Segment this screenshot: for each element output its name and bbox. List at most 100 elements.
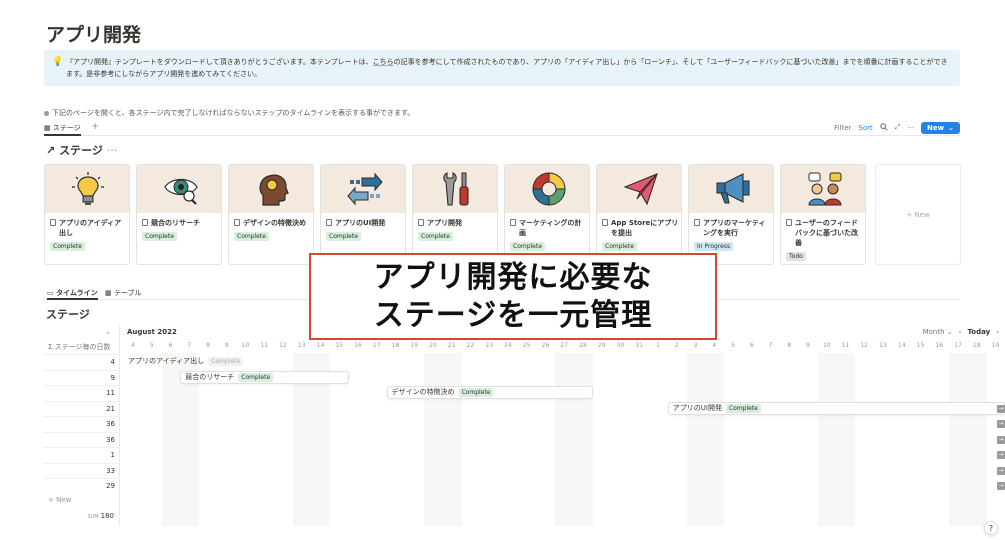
card-title-text: マーケティングの計画: [519, 219, 582, 237]
timeline-bar[interactable]: アプリのUI開発 Complete: [667, 401, 1005, 415]
scroll-to-bar-arrow-icon[interactable]: →: [997, 451, 1005, 459]
status-badge: Complete: [234, 232, 269, 241]
day-label: 26: [541, 342, 550, 349]
gallery-card[interactable]: アプリのUI開発 Complete: [320, 164, 406, 265]
timeline-bar[interactable]: デザインの特徴決め Complete: [386, 386, 593, 399]
search-icon[interactable]: [880, 122, 888, 133]
tab-stage-gallery[interactable]: ▦ ステージ: [44, 123, 81, 136]
day-label: 22: [466, 342, 475, 349]
timeline-title[interactable]: ステージ: [46, 306, 90, 322]
scale-dropdown[interactable]: Month ⌄: [923, 328, 953, 336]
page-icon: [786, 219, 792, 226]
card-cover: [597, 165, 681, 213]
day-label: 14: [897, 342, 906, 349]
sum-total: SUM 180: [87, 512, 114, 520]
db-more-icon[interactable]: ···: [107, 144, 118, 157]
card-title: ユーザーのフィードバックに基づいた改善: [786, 218, 864, 248]
table-row[interactable]: 36: [44, 431, 120, 448]
pie-chart-icon: [532, 172, 566, 206]
card-title-text: 競合のリサーチ: [151, 219, 200, 227]
new-button[interactable]: New ⌄: [921, 121, 960, 134]
day-label: 4: [712, 342, 717, 349]
add-row-button[interactable]: + New: [48, 496, 71, 504]
gallery-card[interactable]: アプリのマーケティングを実行 In Progress: [688, 164, 774, 265]
new-card-button[interactable]: + New: [875, 164, 961, 265]
day-label: 30: [616, 342, 625, 349]
timeline-canvas[interactable]: August 2022 Month ⌄ ‹ Today › 4 5 6 7 8 9 10 11…: [121, 326, 1005, 526]
sum-column-header[interactable]: Σ ステージ毎の日数: [48, 342, 111, 352]
today-button[interactable]: Today: [967, 328, 990, 336]
help-button[interactable]: ?: [984, 521, 998, 535]
card-title-text: アプリのアイディア出し: [59, 219, 122, 237]
table-row[interactable]: 11: [44, 385, 120, 401]
table-row[interactable]: 29: [44, 478, 120, 494]
day-label: 1: [656, 342, 660, 349]
gallery-card[interactable]: デザインの特徴決め Complete: [228, 164, 314, 265]
card-title-text: ユーザーのフィードバックに基づいた改善: [795, 219, 858, 247]
gallery-card[interactable]: ユーザーのフィードバックに基づいた改善 Todo: [780, 164, 866, 265]
overlay-line-1: アプリ開発に必要な: [373, 259, 653, 295]
status-badge: In Progress: [694, 242, 734, 251]
bar-title: アプリのアイディア出し: [128, 357, 205, 365]
status-badge: Complete: [725, 403, 761, 413]
day-label: 18: [391, 342, 400, 349]
sum-value: 180: [100, 512, 114, 520]
gallery-card[interactable]: 競合のリサーチ Complete: [136, 164, 222, 265]
more-icon[interactable]: ···: [907, 124, 914, 132]
gallery-card[interactable]: マーケティングの計画 Complete: [504, 164, 590, 265]
chevron-down-icon[interactable]: ⌄: [948, 124, 954, 132]
page-icon: [510, 219, 516, 226]
card-title-text: アプリのUI開発: [335, 219, 386, 227]
table-row[interactable]: 4: [44, 354, 120, 370]
page-icon: [326, 219, 332, 226]
link-arrow-icon: ↗: [46, 144, 56, 157]
day-label: 14: [316, 342, 325, 349]
tab-table[interactable]: ▦ テーブル: [105, 288, 141, 300]
day-label: 8: [206, 342, 210, 349]
table-row[interactable]: 9: [44, 369, 120, 386]
add-view-button[interactable]: +: [91, 121, 99, 132]
scroll-to-bar-arrow-icon[interactable]: →: [997, 482, 1005, 490]
status-badge: Complete: [208, 357, 244, 366]
scroll-to-bar-arrow-icon[interactable]: →: [997, 420, 1005, 428]
day-label: 10: [822, 342, 831, 349]
day-label: 16: [354, 342, 362, 349]
note: 下記のページを開くと、各ステージ内で完了しなければならないステップのタイムライン…: [44, 108, 414, 118]
gallery-database-title[interactable]: ↗ ステージ ···: [46, 142, 117, 158]
day-label: 6: [168, 342, 173, 349]
table-row[interactable]: 1: [44, 447, 120, 463]
timeline-controls: Month ⌄ ‹ Today ›: [923, 328, 999, 336]
card-title-text: アプリ開発: [427, 219, 462, 227]
scroll-to-bar-arrow-icon[interactable]: →: [997, 466, 1005, 475]
table-row[interactable]: 21: [44, 400, 120, 417]
day-label: 21: [447, 342, 456, 349]
next-button[interactable]: ›: [996, 328, 999, 336]
sort-button[interactable]: Sort: [858, 124, 872, 132]
overlay-caption: アプリ開発に必要な ステージを一元管理: [309, 253, 717, 340]
day-label: 27: [560, 342, 569, 349]
timeline-bar[interactable]: アプリのアイディア出し Complete: [124, 355, 244, 368]
collapse-icon[interactable]: «: [106, 329, 110, 337]
expand-icon[interactable]: ⤢: [895, 123, 901, 132]
day-label: 2: [674, 342, 679, 349]
day-label: 13: [297, 342, 306, 349]
table-row[interactable]: 33: [44, 462, 120, 479]
scroll-to-bar-arrow-icon[interactable]: →: [997, 435, 1005, 444]
table-row[interactable]: 36: [44, 416, 120, 432]
gallery-card[interactable]: アプリのアイディア出し Complete: [44, 164, 130, 265]
month-label: August 2022: [127, 328, 177, 336]
filter-button[interactable]: Filter: [834, 124, 851, 132]
scroll-to-bar-arrow-icon[interactable]: →: [997, 404, 1005, 413]
tab-timeline[interactable]: ▭ タイムライン: [47, 288, 98, 300]
day-label: 24: [504, 342, 512, 349]
database-toolbar: Filter Sort ⤢ ··· New ⌄: [834, 121, 960, 134]
prev-button[interactable]: ‹: [959, 328, 962, 336]
bar-title: アプリのUI開発: [672, 403, 722, 412]
bar-title: 競合のリサーチ: [185, 372, 235, 381]
timeline-bar[interactable]: 競合のリサーチ Complete: [180, 370, 349, 384]
callout-link[interactable]: こちら: [373, 58, 394, 66]
gallery-card[interactable]: アプリ開発 Complete: [412, 164, 498, 265]
scale-label: Month: [922, 328, 945, 336]
day-label: 15: [335, 342, 344, 349]
gallery-card[interactable]: App Storeにアプリを提出 Complete: [596, 164, 682, 265]
